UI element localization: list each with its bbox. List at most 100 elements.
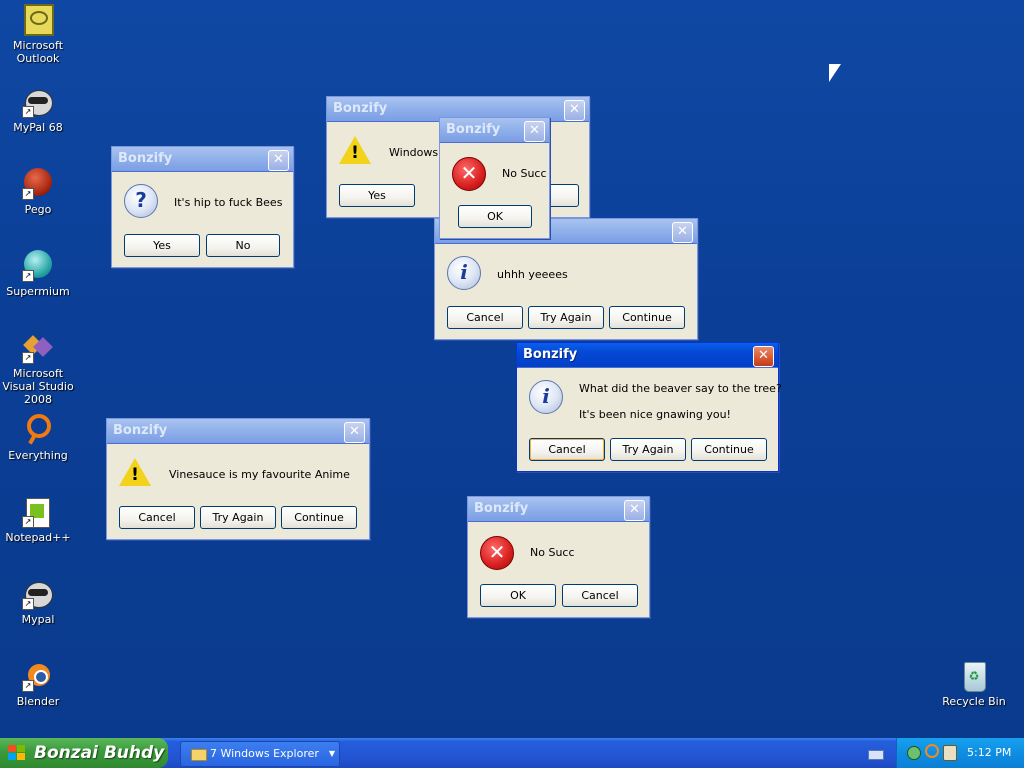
- desktop-icon-mypal68[interactable]: ↗ MyPal 68: [0, 86, 76, 134]
- title-bar[interactable]: Bonzify ✕: [440, 118, 549, 143]
- desktop-icon-label: Recycle Bin: [942, 695, 1006, 708]
- network-icon[interactable]: [907, 746, 921, 760]
- close-button[interactable]: ✕: [524, 121, 545, 142]
- search-icon[interactable]: [925, 744, 939, 758]
- dialog-message: No Succ: [502, 167, 547, 180]
- yes-button[interactable]: Yes: [124, 234, 200, 257]
- visual-studio-icon: ↗: [22, 332, 54, 364]
- desktop-icon-label: MyPal 68: [13, 121, 63, 134]
- desktop-icon-supermium[interactable]: ↗ Supermium: [0, 250, 76, 298]
- window-title: Bonzify: [113, 423, 168, 438]
- raccoon-icon: ↗: [22, 86, 54, 118]
- close-button[interactable]: ✕: [268, 150, 289, 171]
- keyboard-icon[interactable]: [868, 750, 884, 760]
- windows-logo-icon: [8, 745, 26, 761]
- mouse-cursor-icon: [829, 64, 841, 82]
- continue-button[interactable]: Continue: [281, 506, 357, 529]
- try-again-button[interactable]: Try Again: [610, 438, 686, 461]
- window-title: Bonzify: [118, 151, 173, 166]
- dialog-window[interactable]: Bonzify ✕ ✕ No Succ OK Cancel: [467, 496, 650, 618]
- dialog-message: Vinesauce is my favourite Anime: [169, 468, 350, 481]
- warning-icon: !: [119, 458, 151, 490]
- folder-icon: [191, 749, 207, 761]
- desktop-icon-label: Microsoft Outlook: [12, 39, 64, 65]
- shortcut-arrow-icon: ↗: [22, 680, 34, 692]
- start-button[interactable]: Bonzai Buhdy: [0, 738, 168, 768]
- desktop-icon-label: Notepad++: [5, 531, 71, 544]
- dialog-window-active[interactable]: Bonzify ✕ i What did the beaver say to t…: [516, 342, 782, 472]
- error-icon: ✕: [480, 536, 514, 570]
- no-button[interactable]: No: [206, 234, 280, 257]
- outlook-icon: [22, 4, 54, 36]
- desktop-icon-visual-studio[interactable]: ↗ Microsoft Visual Studio 2008: [0, 332, 76, 406]
- close-button[interactable]: ✕: [672, 222, 693, 243]
- dialog-window[interactable]: Bonzify ✕ ! Vinesauce is my favourite An…: [106, 418, 370, 540]
- title-bar[interactable]: Bonzify ✕: [468, 497, 649, 522]
- try-again-button[interactable]: Try Again: [200, 506, 276, 529]
- desktop-icon-label: Supermium: [6, 285, 70, 298]
- dialog-window[interactable]: Bonzify ✕ ? It's hip to fuck Bees Yes No: [111, 146, 294, 268]
- info-icon: i: [529, 380, 563, 414]
- start-label: Bonzai Buhdy: [34, 743, 165, 763]
- shortcut-arrow-icon: ↗: [22, 352, 34, 364]
- continue-button[interactable]: Continue: [691, 438, 767, 461]
- shortcut-arrow-icon: ↗: [22, 106, 34, 118]
- notepad-plus-plus-icon: ↗: [22, 496, 54, 528]
- cancel-button[interactable]: Cancel: [447, 306, 523, 329]
- window-title: Bonzify: [333, 101, 388, 116]
- raccoon-icon: ↗: [22, 578, 54, 610]
- shortcut-arrow-icon: ↗: [22, 188, 34, 200]
- title-bar[interactable]: Bonzify ✕: [107, 419, 369, 444]
- recycle-bin-icon: ♻: [958, 660, 990, 692]
- desktop-icon-outlook[interactable]: Microsoft Outlook: [0, 4, 76, 65]
- dialog-message-answer: It's been nice gnawing you!: [579, 408, 731, 421]
- desktop-icon-label: Blender: [16, 695, 60, 708]
- continue-button[interactable]: Continue: [609, 306, 685, 329]
- cancel-button[interactable]: Cancel: [562, 584, 638, 607]
- close-button[interactable]: ✕: [344, 422, 365, 443]
- desktop-icon-everything[interactable]: Everything: [0, 414, 76, 462]
- desktop-icon-pego[interactable]: ↗ Pego: [0, 168, 76, 216]
- taskbar-button-windows-explorer[interactable]: 7 Windows Explorer ▼: [180, 741, 340, 767]
- taskbar-button-label: 7 Windows Explorer: [210, 747, 319, 760]
- ok-button[interactable]: OK: [458, 205, 532, 228]
- desktop-icon-label: Everything: [8, 449, 68, 462]
- desktop-icon-label: Microsoft Visual Studio 2008: [2, 367, 74, 406]
- window-title: Bonzify: [474, 501, 529, 516]
- title-bar[interactable]: Bonzify ✕: [112, 147, 293, 172]
- desktop-icon-recycle-bin[interactable]: ♻ Recycle Bin: [936, 660, 1012, 708]
- cancel-button[interactable]: Cancel: [119, 506, 195, 529]
- desktop-icon-label: Pego: [24, 203, 52, 216]
- blender-icon: ↗: [22, 660, 54, 692]
- clock[interactable]: 5:12 PM: [967, 746, 1011, 759]
- ok-button[interactable]: OK: [480, 584, 556, 607]
- window-title: Bonzify: [523, 347, 578, 362]
- shortcut-arrow-icon: ↗: [22, 516, 34, 528]
- desktop-icon-blender[interactable]: ↗ Blender: [0, 660, 76, 708]
- window-title: Bonzify: [446, 122, 501, 137]
- error-icon: ✕: [452, 157, 486, 191]
- title-bar[interactable]: Bonzify ✕: [517, 343, 778, 368]
- desktop-icon-notepad-plus-plus[interactable]: ↗ Notepad++: [0, 496, 76, 544]
- desktop-icon-mypal[interactable]: ↗ Mypal: [0, 578, 76, 626]
- info-icon: i: [447, 256, 481, 290]
- close-button[interactable]: ✕: [624, 500, 645, 521]
- dialog-message: It's hip to fuck Bees: [174, 196, 283, 209]
- taskbar: Bonzai Buhdy 7 Windows Explorer ▼ 5:12 P…: [0, 738, 1024, 768]
- everything-icon: [22, 414, 54, 446]
- close-button[interactable]: ✕: [564, 100, 585, 121]
- try-again-button[interactable]: Try Again: [528, 306, 604, 329]
- shortcut-arrow-icon: ↗: [22, 598, 34, 610]
- security-icon[interactable]: [943, 745, 957, 761]
- cancel-button[interactable]: Cancel: [529, 438, 605, 461]
- shortcut-arrow-icon: ↗: [22, 270, 34, 282]
- desktop-icon-label: Mypal: [21, 613, 55, 626]
- dialog-message: What did the beaver say to the tree?: [579, 382, 782, 395]
- close-button[interactable]: ✕: [753, 346, 774, 367]
- pego-icon: ↗: [22, 168, 54, 200]
- dialog-message: No Succ: [530, 546, 575, 559]
- yes-button[interactable]: Yes: [339, 184, 415, 207]
- system-tray: 5:12 PM: [896, 738, 1024, 768]
- chevron-down-icon[interactable]: ▼: [329, 742, 335, 766]
- dialog-window[interactable]: Bonzify ✕ ✕ No Succ OK: [439, 117, 550, 239]
